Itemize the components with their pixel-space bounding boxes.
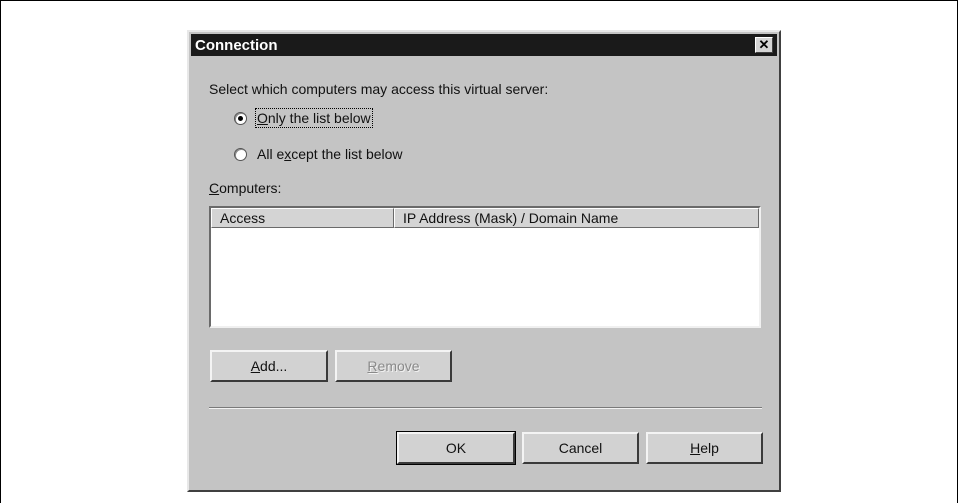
computers-label: Computers: [209,180,282,196]
separator-line [209,407,762,409]
radio-all-except[interactable] [234,148,247,161]
computers-list[interactable]: Access IP Address (Mask) / Domain Name [209,206,761,328]
add-button[interactable]: Add... [210,350,328,382]
connection-dialog: Connection ✕ Select which computers may … [187,30,781,492]
help-button[interactable]: Help [646,432,763,464]
radio-only-list[interactable] [234,112,247,125]
ok-button[interactable]: OK [396,431,516,465]
remove-button[interactable]: Remove [335,350,452,382]
radio-selected-dot [238,116,243,121]
title-bar[interactable]: Connection ✕ [191,34,777,56]
close-icon: ✕ [758,37,770,52]
radio-only-list-label[interactable]: Only the list below [255,108,373,128]
column-header-ip-domain[interactable]: IP Address (Mask) / Domain Name [394,208,759,228]
list-header: Access IP Address (Mask) / Domain Name [211,208,759,228]
dialog-title: Connection [195,37,278,54]
close-button[interactable]: ✕ [755,37,773,53]
access-prompt: Select which computers may access this v… [209,81,549,97]
cancel-button[interactable]: Cancel [522,432,639,464]
frame-top-border [0,0,958,1]
frame-left-border [0,0,1,503]
column-header-access[interactable]: Access [211,208,394,228]
radio-all-except-label[interactable]: All except the list below [257,146,403,162]
